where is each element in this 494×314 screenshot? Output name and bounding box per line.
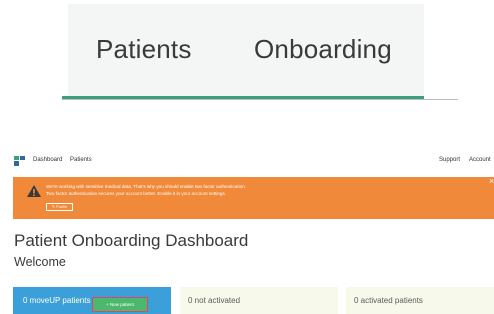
tab-baseline xyxy=(62,99,458,100)
activated-patients-count: 0 activated patients xyxy=(354,296,423,305)
top-navbar: Dashboard Patients Support Account xyxy=(0,150,494,172)
warning-icon xyxy=(27,185,41,197)
alert-message-line1: We're working with sensitive medical dat… xyxy=(46,184,246,189)
nav-account-link[interactable]: Account xyxy=(469,157,491,163)
moveup-patients-count: 0 moveUP patients xyxy=(23,296,91,305)
profile-button[interactable]: ✎ Profile xyxy=(46,203,73,211)
tab-patients[interactable]: Patients xyxy=(96,34,192,65)
nav-patients-link[interactable]: Patients xyxy=(70,157,92,163)
new-patient-button[interactable]: + New patient xyxy=(92,297,148,312)
activated-patients-card[interactable]: 0 activated patients xyxy=(346,287,494,314)
page-title: Patient Onboarding Dashboard xyxy=(14,231,249,250)
nav-support-link[interactable]: Support xyxy=(439,157,460,163)
not-activated-count: 0 not activated xyxy=(188,296,241,305)
nav-dashboard-link[interactable]: Dashboard xyxy=(33,157,62,163)
two-factor-alert: We're working with sensitive medical dat… xyxy=(13,176,494,219)
welcome-subtitle: Welcome xyxy=(14,255,66,269)
zoomed-tab-header: Patients Onboarding xyxy=(68,4,424,96)
close-icon[interactable]: × xyxy=(489,176,494,186)
alert-message-line2: Two factor authentication secures your a… xyxy=(46,191,227,196)
app-logo-icon[interactable] xyxy=(14,156,27,166)
not-activated-card[interactable]: 0 not activated xyxy=(180,287,338,314)
tab-onboarding[interactable]: Onboarding xyxy=(254,34,392,65)
